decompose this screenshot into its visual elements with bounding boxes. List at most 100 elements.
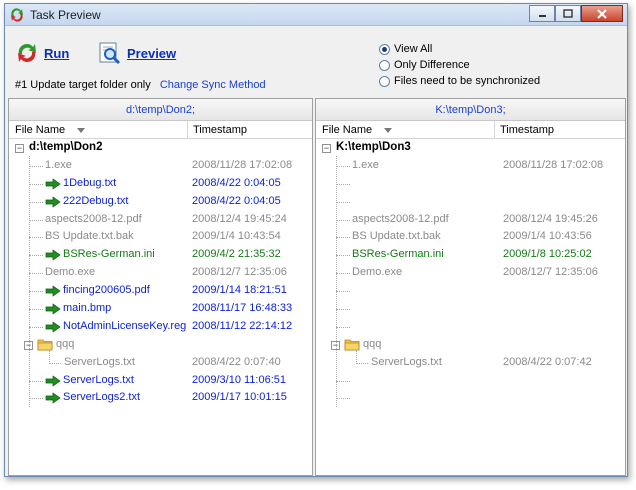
run-label: Run [44,45,70,61]
tree-connector [29,165,43,167]
preview-magnifier-icon [99,42,121,65]
run-sync-icon [18,43,36,63]
view-filter-group: View All Only Difference Files need to b… [379,41,540,89]
tree-connector [29,398,43,400]
tree-connector [336,309,350,311]
tree-guide-line [29,155,30,407]
tree-connector [29,219,43,221]
collapse-icon[interactable]: − [322,144,331,153]
file-row[interactable]: NotAdminLicenseKey.reg 2008/11/12 22:14:1… [9,318,312,336]
tree-connector [336,165,350,167]
file-row[interactable]: aspects2008-12.pdf 2008/12/4 19:45:26 [316,211,625,229]
sort-down-icon[interactable] [384,128,392,133]
tree-connector [336,219,350,221]
tree-connector [336,255,350,257]
tree-connector [29,201,43,203]
file-timestamp: 2008/4/22 0:04:05 [192,194,281,207]
empty-file-row[interactable] [316,389,625,407]
file-row[interactable]: − qqq [9,336,312,354]
radio-label-only-difference: Only Difference [394,59,470,71]
file-row[interactable]: BSRes-German.ini 2009/4/2 21:35:32 [9,246,312,264]
file-row[interactable]: BS Update.txt.bak 2009/1/4 10:43:56 [316,228,625,246]
source-file-tree: − d:\temp\Don2 1.exe 2008/11/28 17:02:08 1… [9,139,312,407]
file-timestamp: 2009/3/10 11:06:51 [192,373,286,386]
tree-connector [336,398,350,400]
file-row[interactable]: 1.exe 2008/11/28 17:02:08 [316,157,625,175]
file-timestamp: 2009/1/14 18:21:51 [192,284,287,297]
collapse-icon[interactable]: − [15,144,24,153]
radio-button[interactable] [379,59,390,71]
file-timestamp: 2008/11/17 16:48:33 [192,302,293,315]
file-row[interactable]: Demo.exe 2008/12/7 12:35:06 [9,264,312,282]
minimize-button[interactable] [529,5,555,22]
column-header-row: File Name Timestamp [9,121,312,139]
sync-method-text: #1 Update target folder only [15,79,151,91]
tree-connector [336,291,350,293]
title-bar: Task Preview [5,4,627,26]
toolbar: Run Preview #1 Update target folder only… [5,27,627,97]
file-row[interactable]: main.bmp 2008/11/17 16:48:33 [9,300,312,318]
source-folder-path: d:\temp\Don2; [9,99,312,121]
empty-file-row[interactable] [316,193,625,211]
tree-connector [336,380,350,382]
empty-file-row[interactable] [316,300,625,318]
tree-connector [336,201,350,203]
column-divider[interactable] [494,121,495,139]
file-name: aspects2008-12.pdf [352,212,449,225]
empty-file-row[interactable] [316,282,625,300]
tree-connector [336,237,350,239]
tree-connector [29,183,43,185]
run-button[interactable]: Run [15,41,69,65]
close-button[interactable] [581,5,623,22]
file-timestamp: 2008/4/22 0:07:42 [503,355,592,368]
tree-root-row[interactable]: − K:\temp\Don3 [316,139,625,157]
file-row[interactable]: − qqq [316,336,625,354]
radio-button-selected[interactable] [379,43,390,55]
file-row[interactable]: ServerLogs.txt 2008/4/22 0:07:40 [9,354,312,372]
file-row[interactable]: fincing200605.pdf 2009/1/14 18:21:51 [9,282,312,300]
file-row[interactable]: ServerLogs.txt 2009/3/10 11:06:51 [9,372,312,390]
file-row[interactable]: ServerLogs2.txt 2009/1/17 10:01:15 [9,389,312,407]
file-row[interactable]: ServerLogs.txt 2008/4/22 0:07:42 [316,354,625,372]
change-sync-method-link[interactable]: Change Sync Method [160,79,266,91]
file-timestamp: 2008/4/22 0:04:05 [192,176,281,189]
sync-arrow-icon [45,285,61,297]
file-row[interactable]: 1.exe 2008/11/28 17:02:08 [9,157,312,175]
task-preview-window: Task Preview Run Preview #1 Update targe… [4,3,628,477]
tree-connector [29,273,43,275]
radio-only-difference[interactable]: Only Difference [379,57,540,73]
file-name: aspects2008-12.pdf [45,212,142,225]
sort-down-icon[interactable] [77,128,85,133]
empty-file-row[interactable] [316,318,625,336]
radio-button[interactable] [379,75,390,87]
file-row[interactable]: aspects2008-12.pdf 2008/12/4 19:45:24 [9,211,312,229]
sync-arrow-icon [45,249,61,262]
column-divider[interactable] [187,121,188,139]
target-folder-pane[interactable]: K:\temp\Don3; File Name Timestamp − K:\t… [315,98,626,476]
sync-arrow-icon [45,392,61,405]
column-header-timestamp[interactable]: Timestamp [193,124,247,136]
file-row[interactable]: 222Debug.txt 2008/4/22 0:04:05 [9,193,312,211]
radio-view-all[interactable]: View All [379,41,540,57]
preview-button[interactable]: Preview [98,41,176,65]
file-row[interactable]: 1Debug.txt 2008/4/22 0:04:05 [9,175,312,193]
close-icon [597,8,607,19]
file-row[interactable]: BSRes-German.ini 2009/1/8 10:25:02 [316,246,625,264]
preview-label: Preview [127,45,177,61]
maximize-button[interactable] [555,5,581,22]
file-timestamp: 2008/12/7 12:35:06 [192,266,287,279]
file-name: 1.exe [45,158,72,171]
radio-files-to-sync[interactable]: Files need to be synchronized [379,73,540,89]
column-header-file-name[interactable]: File Name [322,124,372,136]
sync-method-info: #1 Update target folder only Change Sync… [15,79,266,91]
source-folder-pane[interactable]: d:\temp\Don2; File Name Timestamp − d:\t… [8,98,313,476]
empty-file-row[interactable] [316,175,625,193]
sync-arrow-icon [45,195,61,208]
column-header-timestamp[interactable]: Timestamp [500,124,554,136]
minimize-icon [538,15,546,17]
file-row[interactable]: Demo.exe 2008/12/7 12:35:06 [316,264,625,282]
column-header-file-name[interactable]: File Name [15,124,65,136]
tree-root-row[interactable]: − d:\temp\Don2 [9,139,312,157]
file-row[interactable]: BS Update.txt.bak 2009/1/4 10:43:54 [9,228,312,246]
empty-file-row[interactable] [316,372,625,390]
